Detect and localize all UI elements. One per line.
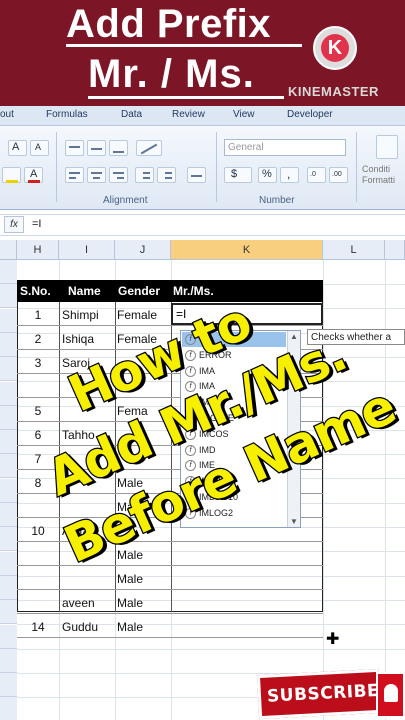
number-format-dropdown[interactable]: General	[224, 139, 346, 156]
increase-indent-button[interactable]	[157, 167, 176, 183]
font-grow-button[interactable]: A	[8, 140, 27, 156]
row-header[interactable]	[0, 527, 17, 552]
kinemaster-watermark: KINEMASTER	[288, 84, 379, 99]
tab-developer[interactable]: Developer	[287, 109, 333, 120]
percent-button[interactable]: %	[258, 167, 277, 183]
orientation-button[interactable]	[136, 140, 162, 156]
increase-decimal-button[interactable]: .0	[307, 167, 326, 183]
tab-data[interactable]: Data	[121, 109, 142, 120]
video-frame: Add Prefix Mr. / Ms. K KINEMASTER out Fo…	[0, 0, 405, 720]
row-header[interactable]	[0, 673, 17, 698]
row-header[interactable]	[0, 503, 17, 527]
row-header[interactable]	[0, 624, 17, 649]
row-header[interactable]	[0, 697, 17, 720]
bell-icon[interactable]	[376, 672, 405, 718]
decrease-decimal-button[interactable]: .00	[329, 167, 348, 183]
merge-center-button[interactable]	[187, 167, 206, 183]
conditional-label-2: Formatti	[362, 175, 396, 185]
header-sno: S.No.	[20, 284, 51, 298]
header-gender: Gender	[118, 284, 161, 298]
banner-title-line2: Mr. / Ms.	[88, 52, 255, 96]
grid-line	[17, 648, 405, 650]
cell-sno[interactable]: 14	[18, 620, 58, 634]
fill-color-button[interactable]	[2, 167, 21, 183]
decrease-indent-button[interactable]	[135, 167, 154, 183]
group-separator	[356, 132, 357, 202]
row-header[interactable]	[0, 284, 17, 309]
align-top-button[interactable]	[65, 140, 84, 156]
row-header[interactable]	[0, 600, 17, 625]
tab-view[interactable]: View	[233, 109, 255, 120]
conditional-label-1: Conditi	[362, 164, 391, 174]
row-header[interactable]	[0, 551, 17, 576]
tab-page-layout[interactable]: out	[0, 109, 14, 120]
row-header[interactable]	[0, 478, 17, 503]
cell-sno[interactable]: 1	[18, 308, 58, 322]
column-header-h[interactable]: H	[17, 240, 59, 260]
select-all-corner[interactable]	[0, 240, 17, 260]
insert-function-button[interactable]: fx	[4, 216, 24, 233]
group-separator	[216, 132, 217, 202]
font-color-button[interactable]: A	[24, 167, 43, 183]
percent-symbol: %	[262, 168, 272, 180]
row-header[interactable]	[0, 332, 17, 357]
header-name: Name	[68, 284, 101, 298]
align-bottom-button[interactable]	[109, 140, 128, 156]
formula-bar	[0, 214, 405, 236]
kinemaster-logo-icon: K	[313, 26, 357, 70]
row-header[interactable]	[0, 308, 17, 333]
comma-symbol: ,	[287, 167, 291, 181]
cell-sno[interactable]: 2	[18, 332, 58, 346]
tab-formulas[interactable]: Formulas	[46, 109, 88, 120]
formula-input[interactable]: =I	[32, 218, 41, 230]
column-header-i[interactable]: I	[59, 240, 115, 260]
column-header-j[interactable]: J	[115, 240, 171, 260]
mouse-cursor-icon: ✚	[326, 631, 340, 648]
row-header[interactable]	[0, 260, 17, 284]
tab-review[interactable]: Review	[172, 109, 205, 120]
comma-style-button[interactable]: ,	[280, 167, 299, 183]
banner-title-line1: Add Prefix	[66, 2, 272, 46]
group-separator	[56, 132, 57, 202]
align-center-button[interactable]	[87, 167, 106, 183]
align-right-button[interactable]	[109, 167, 128, 183]
currency-button[interactable]: $	[224, 167, 252, 183]
column-header-m[interactable]	[385, 240, 405, 260]
align-middle-button[interactable]	[87, 140, 106, 156]
currency-symbol: $	[231, 168, 238, 180]
font-shrink-button[interactable]: A	[30, 140, 49, 156]
subscribed-button[interactable]: SUBSCRIBED	[256, 668, 394, 720]
banner-underline-1	[66, 44, 302, 47]
conditional-formatting-button[interactable]: Conditi Formatti	[362, 164, 395, 186]
row-header[interactable]	[0, 575, 17, 600]
number-group-label: Number	[259, 195, 295, 206]
cell-name[interactable]: Shimpi	[62, 308, 99, 322]
conditional-formatting-icon[interactable]	[376, 135, 398, 159]
align-left-button[interactable]	[65, 167, 84, 183]
alignment-group-label: Alignment	[103, 195, 148, 206]
row-separator	[17, 637, 323, 638]
row-header[interactable]	[0, 648, 17, 673]
kinemaster-logo-letter: K	[321, 34, 349, 62]
banner-underline-2	[88, 96, 284, 99]
